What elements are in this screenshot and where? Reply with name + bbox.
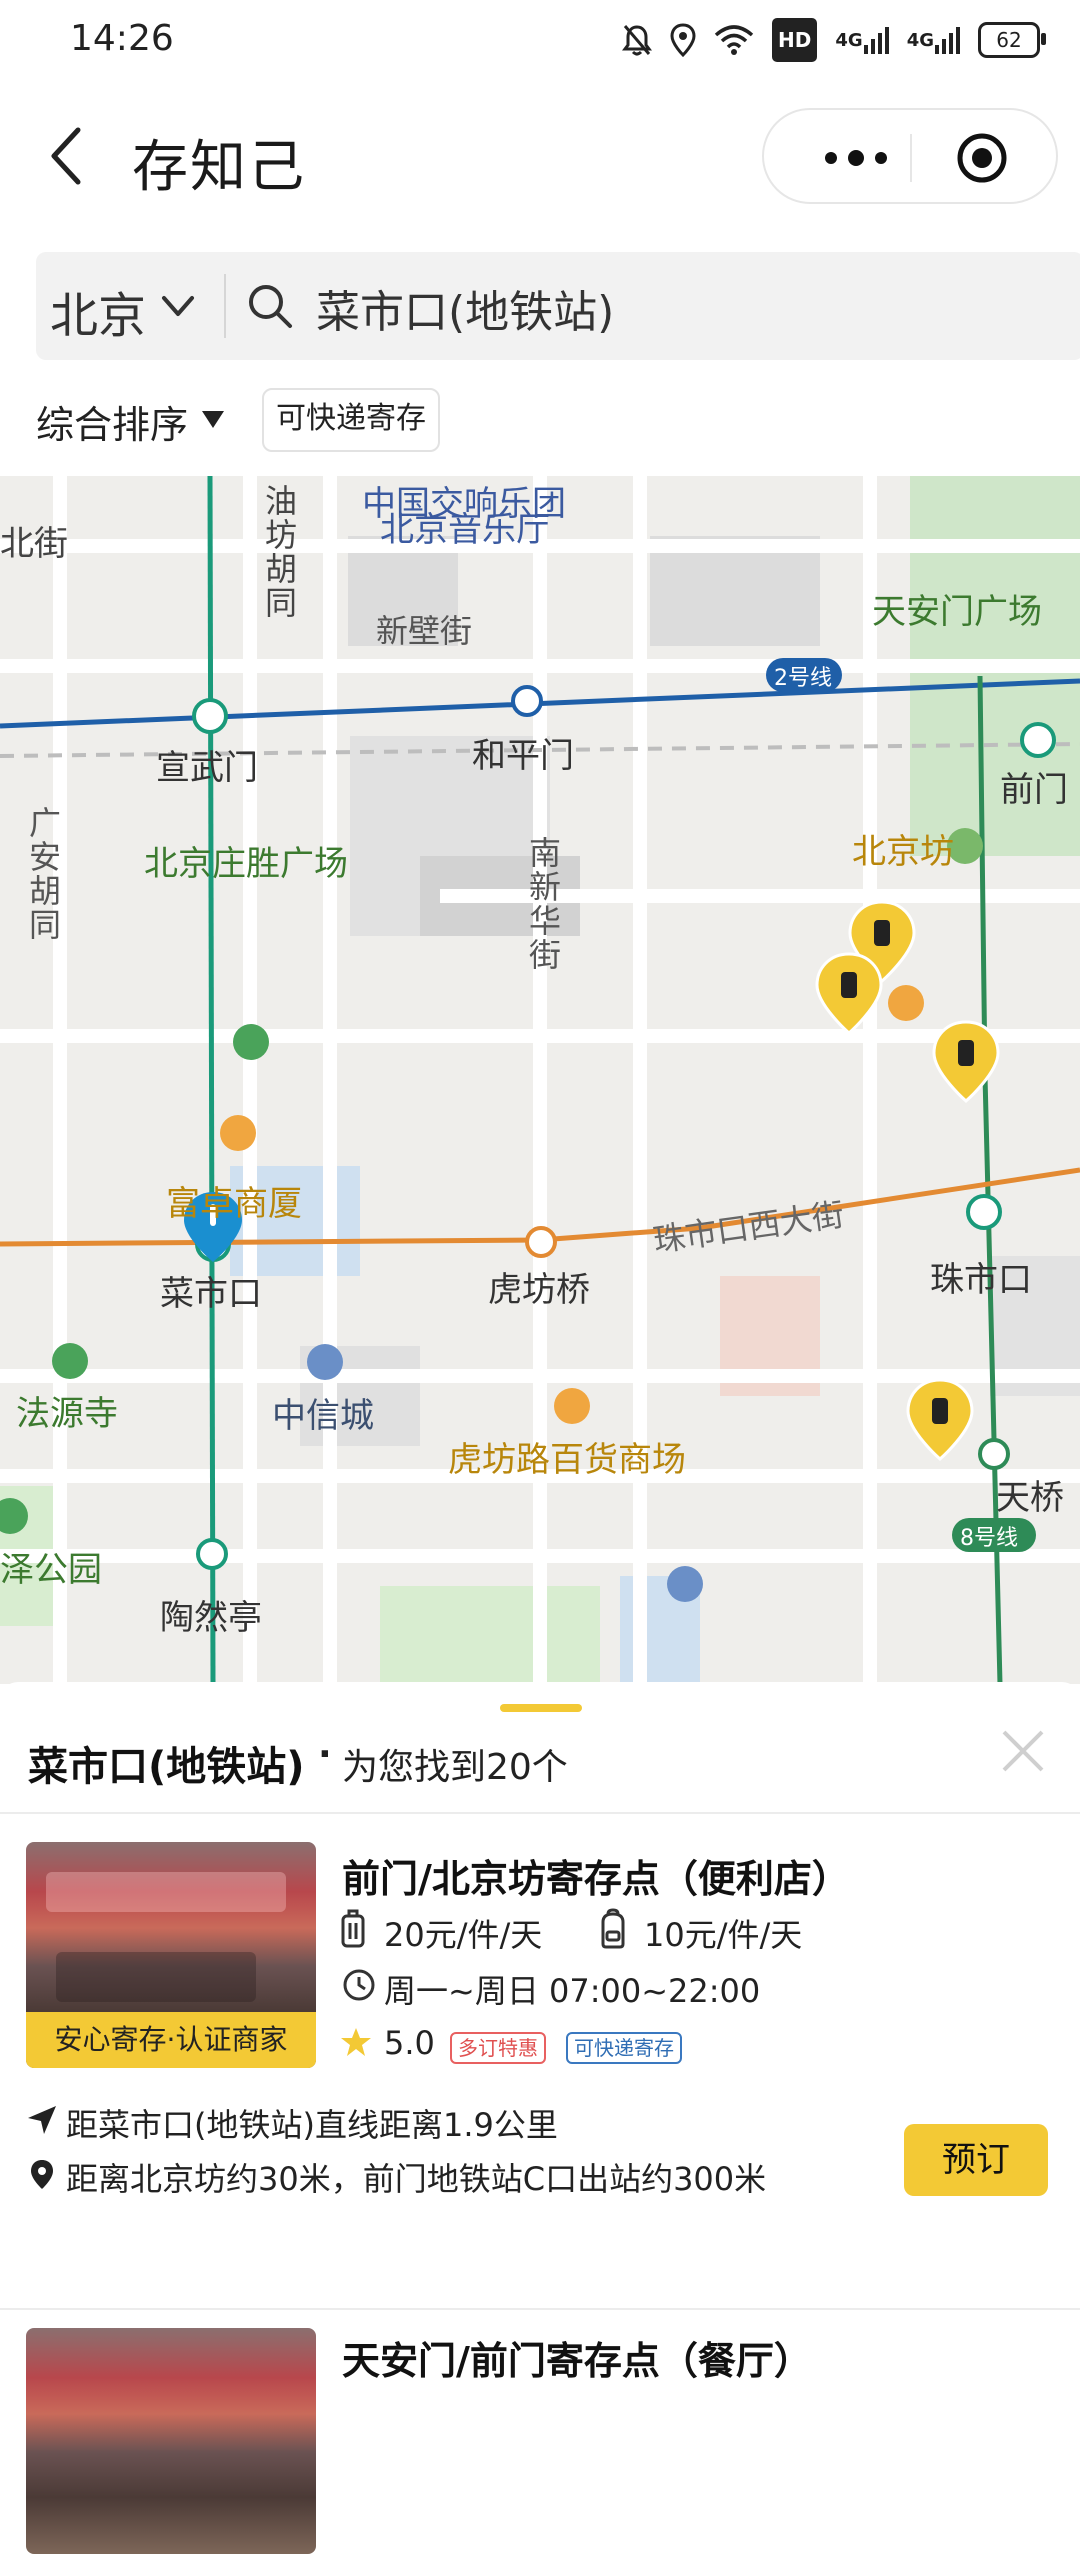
express-tag: 可快递寄存 — [566, 2032, 682, 2064]
signal-2-icon: 4G — [907, 20, 960, 60]
star-icon — [341, 2028, 371, 2056]
map-label-fuzhuo: 富卓商厦 — [166, 1184, 302, 1224]
back-button[interactable] — [40, 120, 100, 200]
chevron-down-icon[interactable] — [160, 288, 196, 324]
more-button[interactable] — [806, 134, 906, 182]
map-label-tianqiao: 天桥 — [996, 1478, 1064, 1518]
opening-hours: 周一~周日 07:00~22:00 — [384, 1972, 761, 2010]
backpack-icon — [601, 1908, 625, 1949]
close-icon[interactable] — [998, 1726, 1048, 1776]
clock-icon — [343, 1969, 375, 2001]
location-icon — [670, 20, 696, 60]
shop-poi-icon-3 — [554, 1388, 590, 1424]
sort-dropdown[interactable]: 综合排序 — [36, 394, 188, 449]
result-card[interactable]: 安心寄存·认证商家 前门/北京坊寄存点（便利店） 20元/件/天 10元/件/天… — [0, 1842, 1080, 2312]
wifi-icon — [714, 20, 754, 60]
hd-icon: HD — [772, 18, 818, 62]
rating-value: 5.0 — [384, 2024, 435, 2062]
map-label-hufangqiao: 虎坊桥 — [488, 1270, 590, 1310]
navigation-arrow-icon — [28, 2106, 56, 2134]
straight-distance: 距菜市口(地铁站)直线距离1.9公里 — [66, 2106, 558, 2144]
store-thumbnail: 安心寄存·认证商家 — [26, 1842, 316, 2068]
status-icons: HD 4G 4G 62 — [622, 18, 1046, 62]
map-label-beijie: 北街 — [0, 524, 68, 564]
results-location-title: 菜市口(地铁站) — [28, 1744, 305, 1790]
capsule-divider — [910, 134, 912, 182]
nav-bar: 存知己 — [0, 80, 1080, 230]
map-label-park: 泽公园 — [0, 1550, 102, 1590]
search-bar: 北京 菜市口(地铁站) — [36, 252, 1080, 360]
results-count: 为您找到20个 — [342, 1747, 568, 1788]
discount-tag: 多订特惠 — [450, 2032, 546, 2064]
results-sheet: 菜市口(地铁站) · 为您找到20个 安心寄存·认证商家 前门/北京坊寄存点（便… — [0, 1682, 1080, 2554]
network-1-label: 4G — [835, 29, 863, 51]
map-label-beijingfang: 北京坊 — [852, 832, 954, 872]
search-icon — [249, 285, 292, 328]
result-card-2[interactable]: 天安门/前门寄存点（餐厅） — [0, 2328, 1080, 2554]
map-label-hufang-mall: 虎坊路百货商场 — [448, 1440, 686, 1480]
mute-bell-icon — [622, 20, 653, 60]
home-poi-icon — [307, 1344, 343, 1380]
triangle-down-icon[interactable] — [200, 408, 226, 430]
map-label-hepingmen: 和平门 — [472, 736, 574, 776]
map-label-nanxinhua: 南新华街 — [524, 836, 562, 972]
map-view[interactable]: 中国交响乐团 北京音乐厅 油坊胡同 新壁街 天安门广场 宣武门 和平门 前门 2… — [0, 476, 1080, 1684]
status-time: 14:26 — [70, 18, 174, 59]
store-name: 前门/北京坊寄存点（便利店） — [342, 1857, 850, 1901]
shop-poi-icon-2 — [888, 985, 924, 1021]
signal-1-icon: 4G — [835, 20, 889, 60]
city-selector[interactable]: 北京 — [50, 276, 146, 346]
page-title: 存知己 — [132, 135, 306, 200]
filter-bar: 综合排序 可快递寄存 — [0, 376, 1080, 466]
sheet-drag-handle[interactable] — [500, 1704, 582, 1712]
express-filter-tag[interactable]: 可快递寄存 — [262, 388, 440, 452]
map-label-taoranting: 陶然亭 — [160, 1598, 262, 1638]
map-label-line2: 2号线 — [774, 666, 832, 691]
map-label-xinbijie: 新壁街 — [376, 612, 473, 650]
search-input[interactable]: 菜市口(地铁站) — [316, 276, 614, 340]
location-description: 距离北京坊约30米，前门地铁站C口出站约300米 — [66, 2160, 767, 2198]
target-icon — [957, 133, 1007, 183]
close-mini-program-button[interactable] — [956, 132, 1008, 184]
chevron-left-icon — [51, 127, 81, 185]
card-divider — [0, 2308, 1080, 2310]
suitcase-icon — [341, 1909, 365, 1948]
shop-poi-icon — [220, 1115, 256, 1151]
status-bar: 14:26 HD 4G 4G 62 — [0, 0, 1080, 80]
map-label-fayuansi: 法源寺 — [16, 1394, 118, 1434]
map-canvas[interactable] — [0, 476, 1080, 1684]
map-label-guang-an: 广安胡同 — [24, 806, 62, 942]
store-name-2: 天安门/前门寄存点（餐厅） — [342, 2339, 812, 2383]
certified-badge: 安心寄存·认证商家 — [26, 2012, 316, 2068]
search-divider — [224, 274, 226, 338]
mini-program-capsule — [762, 108, 1058, 204]
map-pin-icon — [31, 2160, 53, 2189]
map-label-concert-hall-2: 北京音乐厅 — [380, 510, 550, 550]
network-2-label: 4G — [906, 29, 934, 51]
map-label-zhongxincheng: 中信城 — [272, 1396, 374, 1436]
price-large-item: 20元/件/天 — [384, 1916, 543, 1954]
bank-poi-icon — [233, 1024, 269, 1060]
home-poi-icon-2 — [667, 1566, 703, 1602]
map-label-xuanwumen: 宣武门 — [156, 748, 258, 788]
store-thumbnail-2 — [26, 2328, 316, 2554]
book-button[interactable]: 预订 — [904, 2124, 1048, 2196]
title-separator: · — [318, 1734, 332, 1775]
battery-level: 62 — [978, 22, 1046, 58]
temple-poi-icon — [52, 1343, 88, 1379]
map-label-caishikou: 菜市口 — [160, 1274, 262, 1314]
price-small-item: 10元/件/天 — [644, 1916, 803, 1954]
map-label-youfang: 油坊胡同 — [260, 484, 298, 620]
sheet-divider — [0, 1812, 1080, 1814]
map-label-qianmen: 前门 — [1000, 770, 1068, 810]
map-label-line8: 8号线 — [960, 1526, 1018, 1551]
map-label-zhushikou: 珠市口 — [930, 1260, 1032, 1300]
map-label-zhuangsheng: 北京庄胜广场 — [144, 844, 348, 884]
map-label-tiananmen: 天安门广场 — [872, 592, 1042, 632]
battery-icon: 62 — [978, 20, 1046, 60]
metro-line-4 — [207, 476, 216, 1684]
